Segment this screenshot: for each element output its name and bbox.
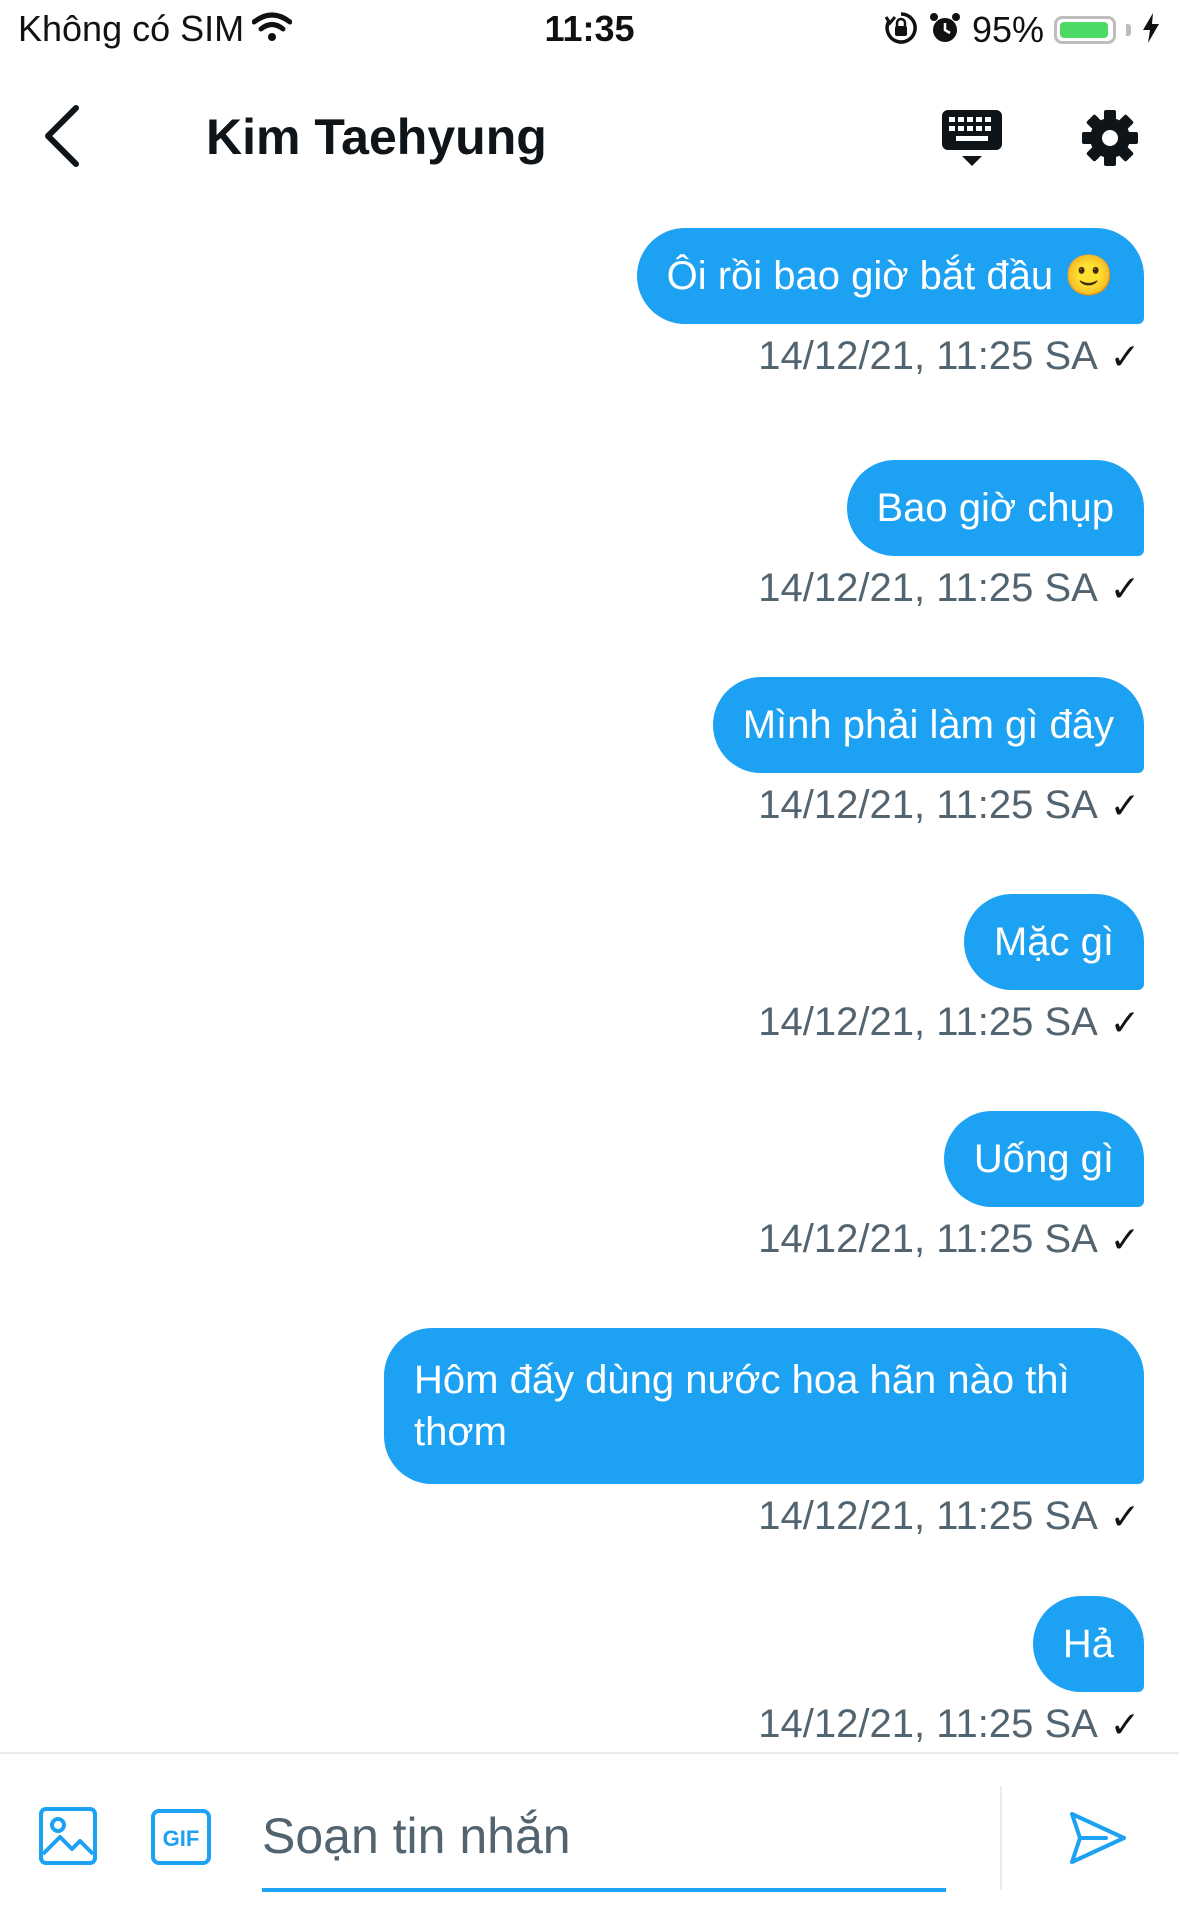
message-item: Hôm đấy dùng nước hoa hãn nào thì thơm 1… <box>384 1328 1144 1539</box>
message-item: Bao giờ chụp 14/12/21, 11:25 SA ✓ <box>758 460 1144 611</box>
add-media-button[interactable] <box>38 1806 98 1866</box>
conversation-title: Kim Taehyung <box>206 109 547 165</box>
sent-check-icon: ✓ <box>1109 1218 1140 1260</box>
message-meta: 14/12/21, 11:25 SA ✓ <box>758 783 1144 828</box>
sent-check-icon: ✓ <box>1109 567 1140 609</box>
send-button[interactable] <box>1066 1806 1130 1870</box>
message-bubble[interactable]: Mặc gì <box>963 894 1144 990</box>
message-meta: 14/12/21, 11:25 SA ✓ <box>758 1217 1144 1262</box>
message-item: Mặc gì 14/12/21, 11:25 SA ✓ <box>758 894 1144 1045</box>
message-input-wrapper <box>262 1784 946 1892</box>
message-meta: 14/12/21, 11:25 SA ✓ <box>758 566 1144 611</box>
message-item: Ôi rồi bao giờ bắt đầu 🙂 14/12/21, 11:25… <box>636 228 1144 379</box>
message-bubble[interactable]: Hả <box>1032 1596 1144 1692</box>
back-arrow-icon <box>45 105 79 167</box>
charging-bolt-icon <box>1141 12 1161 49</box>
conversation-header: Kim Taehyung <box>0 84 1179 194</box>
message-timestamp: 14/12/21, 11:25 SA <box>758 783 1098 827</box>
composer-divider <box>1000 1786 1002 1890</box>
send-icon <box>1070 1812 1126 1864</box>
orientation-lock-icon <box>884 11 918 50</box>
sent-check-icon: ✓ <box>1109 784 1140 826</box>
message-meta: 14/12/21, 11:25 SA ✓ <box>758 1494 1144 1539</box>
battery-percent: 95% <box>971 9 1044 50</box>
message-timestamp: 14/12/21, 11:25 SA <box>758 334 1098 378</box>
message-input[interactable] <box>262 1784 946 1888</box>
message-meta: 14/12/21, 11:25 SA ✓ <box>758 1702 1144 1747</box>
message-item: Hả 14/12/21, 11:25 SA ✓ <box>758 1596 1144 1747</box>
sent-check-icon: ✓ <box>1109 335 1140 377</box>
gif-icon: GIF <box>151 1809 211 1865</box>
message-composer: GIF <box>0 1752 1179 1922</box>
message-thread[interactable]: Ôi rồi bao giờ bắt đầu 🙂 14/12/21, 11:25… <box>0 228 1179 1750</box>
message-meta: 14/12/21, 11:25 SA ✓ <box>758 1000 1144 1045</box>
gif-button[interactable]: GIF <box>150 1808 212 1866</box>
message-bubble[interactable]: Uống gì <box>943 1111 1144 1207</box>
message-timestamp: 14/12/21, 11:25 SA <box>758 1494 1098 1538</box>
battery-cap <box>1126 24 1131 36</box>
message-item: Mình phải làm gì đây 14/12/21, 11:25 SA … <box>712 677 1144 828</box>
message-timestamp: 14/12/21, 11:25 SA <box>758 1702 1098 1746</box>
keyboard-button[interactable] <box>940 106 1004 170</box>
status-right-group: 95% <box>884 9 1161 50</box>
message-meta: 14/12/21, 11:25 SA ✓ <box>758 334 1144 379</box>
sent-check-icon: ✓ <box>1109 1001 1140 1043</box>
battery-level <box>1060 22 1108 38</box>
message-item: Uống gì 14/12/21, 11:25 SA ✓ <box>758 1111 1144 1262</box>
message-bubble[interactable]: Hôm đấy dùng nước hoa hãn nào thì thơm <box>384 1328 1144 1484</box>
message-timestamp: 14/12/21, 11:25 SA <box>758 566 1098 610</box>
alarm-icon <box>928 11 962 50</box>
settings-button[interactable] <box>1078 106 1142 170</box>
battery-icon <box>1054 16 1116 44</box>
message-bubble[interactable]: Mình phải làm gì đây <box>712 677 1144 773</box>
sent-check-icon: ✓ <box>1109 1703 1140 1745</box>
sent-check-icon: ✓ <box>1109 1495 1140 1537</box>
message-timestamp: 14/12/21, 11:25 SA <box>758 1000 1098 1044</box>
image-icon <box>39 1807 97 1865</box>
message-timestamp: 14/12/21, 11:25 SA <box>758 1217 1098 1261</box>
status-bar: Không có SIM 11:35 95% <box>0 0 1179 60</box>
message-bubble[interactable]: Ôi rồi bao giờ bắt đầu 🙂 <box>636 228 1144 324</box>
gif-label: GIF <box>163 1826 200 1851</box>
back-button[interactable] <box>36 100 96 170</box>
gear-icon <box>1082 110 1138 166</box>
message-bubble[interactable]: Bao giờ chụp <box>846 460 1144 556</box>
keyboard-icon <box>942 110 1002 166</box>
